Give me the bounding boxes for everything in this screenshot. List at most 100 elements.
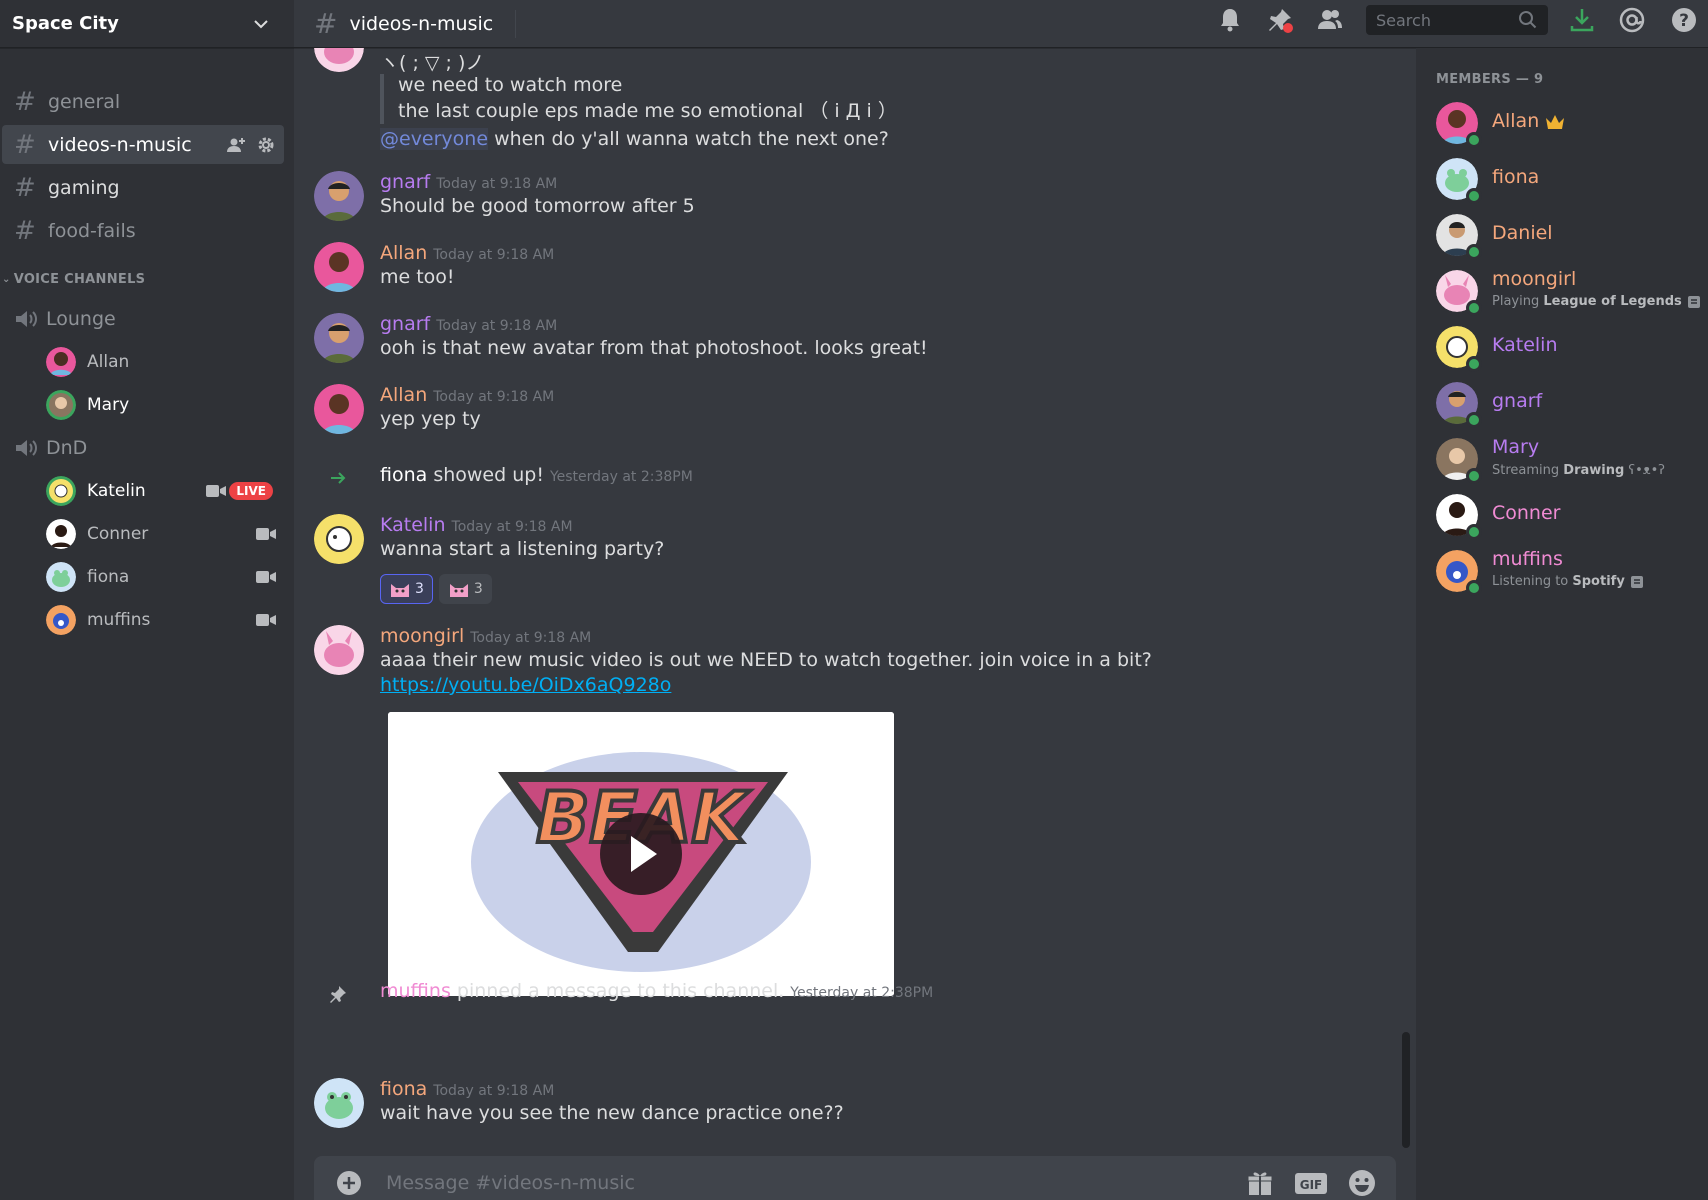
message-header: Allan Today at 9:18 AM — [380, 384, 554, 406]
message-list: ヽ( ; ▽ ; )ノ we need to watch more the la… — [294, 48, 1404, 1156]
member-item[interactable]: Daniel — [1436, 214, 1696, 260]
hash-icon: # — [14, 215, 36, 246]
member-name: muffins — [1492, 548, 1563, 570]
everyone-mention[interactable]: @everyone — [380, 128, 489, 150]
avatar[interactable] — [314, 1078, 364, 1128]
channel-food-fails[interactable]: # food-fails — [2, 211, 284, 250]
message-body: Should be good tomorrow after 5 — [380, 195, 695, 217]
emoji-cat-icon — [391, 584, 409, 597]
pin-text: pinned a message to this channel. — [450, 980, 785, 1002]
online-status-icon — [1466, 188, 1482, 204]
member-name: Conner — [1492, 502, 1561, 524]
member-item[interactable]: Conner — [1436, 494, 1696, 540]
author-name[interactable]: gnarf — [380, 171, 430, 193]
voice-user-fiona[interactable]: fiona — [46, 559, 276, 595]
speaker-icon — [16, 311, 37, 327]
online-status-icon — [1466, 244, 1482, 260]
online-status-icon — [1466, 356, 1482, 372]
member-list-icon[interactable] — [1316, 6, 1344, 34]
invite-icon[interactable] — [226, 135, 246, 155]
member-item[interactable]: muffins Listening to Spotify — [1436, 548, 1696, 596]
join-user[interactable]: fiona — [380, 464, 427, 486]
timestamp: Today at 9:18 AM — [433, 389, 555, 405]
author-name[interactable]: Allan — [380, 384, 427, 406]
member-name: Daniel — [1492, 222, 1553, 244]
pin-icon[interactable] — [1266, 6, 1294, 34]
voice-channel-lounge[interactable]: Lounge — [12, 305, 116, 333]
member-name: Mary — [1492, 436, 1540, 458]
online-status-icon — [1466, 580, 1482, 596]
voice-channel-name: Lounge — [46, 308, 116, 330]
timestamp: Today at 9:18 AM — [436, 318, 558, 334]
avatar — [46, 605, 76, 635]
gif-button[interactable]: GIF — [1294, 1169, 1328, 1197]
online-status-icon — [1466, 132, 1482, 148]
help-icon[interactable]: ? — [1670, 6, 1698, 34]
chevron-down-icon[interactable] — [252, 15, 270, 33]
server-header[interactable]: Space City — [0, 0, 294, 48]
video-camera-icon — [256, 528, 276, 540]
video-embed[interactable]: BEAK — [388, 712, 894, 996]
online-status-icon — [1466, 412, 1482, 428]
voice-user-conner[interactable]: Conner — [46, 516, 276, 552]
author-name[interactable]: fiona — [380, 1078, 427, 1100]
server-name: Space City — [12, 13, 119, 34]
avatar[interactable] — [314, 171, 364, 221]
voice-channels-header[interactable]: ⌄ VOICE CHANNELS — [0, 272, 145, 287]
avatar[interactable] — [314, 384, 364, 434]
member-item[interactable]: gnarf — [1436, 382, 1696, 428]
download-icon[interactable] — [1568, 6, 1596, 34]
author-name[interactable]: Katelin — [380, 514, 446, 536]
reaction-button[interactable]: 3 — [380, 574, 433, 604]
member-item[interactable]: moongirl Playing League of Legends — [1436, 268, 1700, 316]
voice-user-allan[interactable]: Allan — [46, 344, 276, 380]
member-item[interactable]: Mary Streaming Drawing ʕ•ᴥ•ʔ — [1436, 436, 1696, 484]
avatar[interactable] — [314, 514, 364, 564]
channel-name: food-fails — [48, 219, 136, 242]
gear-icon[interactable] — [256, 135, 276, 155]
pin-icon — [330, 986, 346, 1003]
quote-line: we need to watch more — [398, 74, 623, 96]
message-header: Katelin Today at 9:18 AM — [380, 514, 573, 536]
channel-gaming[interactable]: # gaming — [2, 168, 284, 207]
voice-channel-dnd[interactable]: DnD — [12, 434, 87, 462]
author-name[interactable]: moongirl — [380, 625, 464, 647]
voice-user-muffins[interactable]: muffins — [46, 602, 276, 638]
message-header: gnarf Today at 9:18 AM — [380, 313, 557, 335]
crown-icon — [1546, 114, 1565, 129]
search-input[interactable]: Search — [1366, 5, 1548, 35]
message-composer[interactable]: Message #videos-n-music GIF — [314, 1156, 1396, 1200]
voice-user-name: muffins — [87, 610, 151, 630]
mention-icon[interactable] — [1618, 6, 1646, 34]
speaker-icon — [16, 440, 37, 456]
message-header: Allan Today at 9:18 AM — [380, 242, 554, 264]
avatar[interactable] — [314, 242, 364, 292]
plus-circle-icon[interactable] — [336, 1170, 362, 1196]
voice-user-katelin[interactable]: Katelin LIVE — [46, 473, 276, 509]
member-item[interactable]: fiona — [1436, 158, 1696, 204]
voice-user-name: Allan — [87, 352, 130, 372]
voice-channels-label: VOICE CHANNELS — [13, 272, 146, 287]
member-item[interactable]: Katelin — [1436, 326, 1696, 372]
pin-user[interactable]: muffins — [380, 980, 451, 1002]
scrollbar[interactable] — [1402, 1032, 1410, 1148]
member-list: MEMBERS — 9 Allan fiona Daniel moongirl … — [1416, 48, 1708, 1200]
channel-general[interactable]: # general — [2, 82, 284, 121]
svg-text:?: ? — [1679, 11, 1689, 31]
timestamp: Today at 9:18 AM — [436, 176, 558, 192]
avatar[interactable] — [314, 313, 364, 363]
emoji-icon[interactable] — [1348, 1169, 1376, 1197]
member-item[interactable]: Allan — [1436, 102, 1696, 148]
channel-videos-n-music[interactable]: # videos-n-music — [2, 125, 284, 164]
voice-user-mary[interactable]: Mary — [46, 387, 276, 423]
avatar[interactable] — [314, 625, 364, 675]
member-activity: Streaming Drawing ʕ•ᴥ•ʔ — [1492, 463, 1665, 478]
message-body: me too! — [380, 266, 455, 288]
reaction-button[interactable]: 3 — [438, 574, 492, 604]
bell-icon[interactable] — [1216, 6, 1244, 34]
reaction-bar: 3 3 — [380, 574, 492, 604]
youtube-link[interactable]: https://youtu.be/OiDx6aQ928o — [380, 674, 671, 696]
gift-icon[interactable] — [1246, 1169, 1274, 1197]
author-name[interactable]: gnarf — [380, 313, 430, 335]
author-name[interactable]: Allan — [380, 242, 427, 264]
